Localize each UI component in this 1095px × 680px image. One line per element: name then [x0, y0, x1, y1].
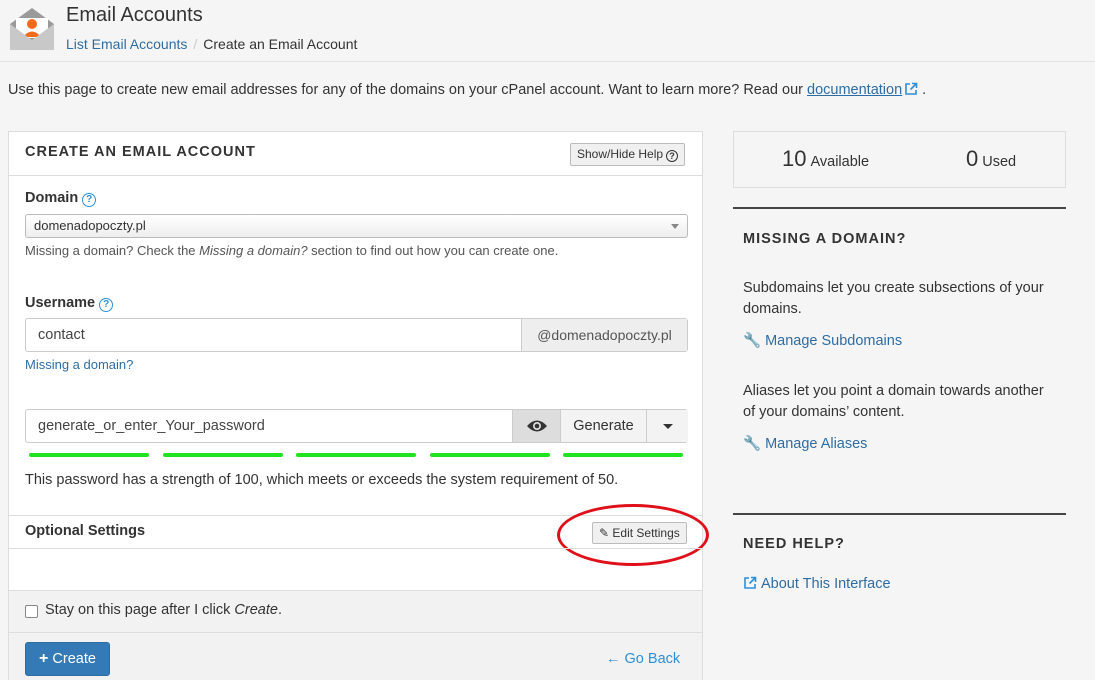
manage-aliases-link[interactable]: 🔧 Manage Aliases [743, 435, 867, 452]
divider [9, 632, 702, 633]
domain-select[interactable]: domenadopoczty.pl [25, 214, 688, 238]
generate-password-button[interactable]: Generate [560, 410, 646, 442]
need-help-heading: NEED HELP? [743, 536, 845, 552]
divider [9, 548, 702, 549]
external-link-icon [744, 576, 757, 589]
eye-icon [527, 420, 547, 432]
password-strength-text: This password has a strength of 100, whi… [25, 472, 619, 488]
username-domain-suffix: @domenadopoczty.pl [521, 319, 687, 351]
password-strength-segment [563, 453, 683, 457]
divider [9, 515, 702, 516]
used-count: 0 Used [966, 146, 1017, 171]
caret-down-icon [663, 424, 673, 429]
available-count: 10 Available [782, 146, 870, 171]
password-input[interactable]: generate_or_enter_Your_password [38, 418, 265, 434]
aliases-text: Aliases let you point a domain towards a… [743, 383, 1044, 420]
wrench-icon: 🔧 [743, 333, 762, 349]
missing-domain-heading: MISSING A DOMAIN? [743, 231, 907, 247]
manage-subdomains-link[interactable]: 🔧 Manage Subdomains [743, 332, 902, 349]
wrench-icon: 🔧 [743, 436, 762, 452]
form-footer: Stay on this page after I click Create. … [9, 590, 702, 680]
panel-title: CREATE AN EMAIL ACCOUNT [25, 144, 256, 160]
plus-icon: + [39, 650, 49, 667]
domain-help-icon[interactable]: ? [82, 193, 97, 207]
domain-label: Domain? [25, 190, 97, 207]
username-input-group: contact @domenadopoczty.pl [25, 318, 688, 352]
panel-heading: CREATE AN EMAIL ACCOUNT Show/Hide Help? [9, 132, 702, 176]
password-strength-segment [29, 453, 149, 457]
show-password-button[interactable] [512, 410, 560, 442]
about-interface-link[interactable]: About This Interface [743, 576, 891, 592]
password-strength-segment [296, 453, 416, 457]
create-email-panel: CREATE AN EMAIL ACCOUNT Show/Hide Help? … [8, 131, 709, 680]
password-input-group: generate_or_enter_Your_password Generate [25, 409, 688, 443]
arrow-left-icon: ← [606, 651, 621, 667]
username-label: Username? [25, 295, 114, 312]
external-link-icon [905, 82, 918, 95]
page-title: Email Accounts [66, 4, 203, 26]
breadcrumb: List Email Accounts / Create an Email Acco… [66, 36, 357, 52]
chevron-down-icon [671, 224, 679, 229]
missing-domain-section: MISSING A DOMAIN? Subdomains let you cre… [733, 207, 1066, 507]
username-help-icon[interactable]: ? [99, 298, 114, 312]
stay-on-page-label: Stay on this page after I click Create. [45, 602, 282, 618]
password-strength-segment [430, 453, 550, 457]
password-strength-segment [163, 453, 283, 457]
intro-text: Use this page to create new email addres… [8, 82, 927, 98]
email-accounts-icon [10, 8, 54, 50]
edit-settings-button[interactable]: ✎ Edit Settings [592, 522, 687, 544]
pencil-icon: ✎ [599, 526, 610, 540]
need-help-section: NEED HELP? About This Interface [733, 513, 1066, 613]
show-hide-help-button[interactable]: Show/Hide Help? [570, 143, 686, 166]
go-back-link[interactable]: ← Go Back [606, 651, 680, 667]
optional-settings-label: Optional Settings [25, 523, 146, 539]
stay-on-page-checkbox[interactable] [25, 605, 38, 618]
breadcrumb-separator: / [193, 36, 198, 52]
breadcrumb-list-email-accounts[interactable]: List Email Accounts [66, 36, 187, 52]
domain-help-text: Missing a domain? Check the Missing a do… [25, 243, 559, 258]
account-stats-box: 10 Available 0 Used [733, 131, 1066, 188]
page-header: Email Accounts List Email Accounts / Creat… [0, 0, 1095, 62]
username-input[interactable]: contact [38, 327, 85, 343]
generate-options-dropdown[interactable] [646, 410, 688, 442]
missing-domain-link[interactable]: Missing a domain? [25, 357, 133, 372]
documentation-link[interactable]: documentation [807, 82, 902, 98]
subdomains-text: Subdomains let you create subsections of… [743, 280, 1044, 317]
question-circle-icon: ? [666, 150, 679, 162]
create-button[interactable]: + Create [25, 642, 110, 676]
breadcrumb-current: Create an Email Account [203, 36, 358, 52]
